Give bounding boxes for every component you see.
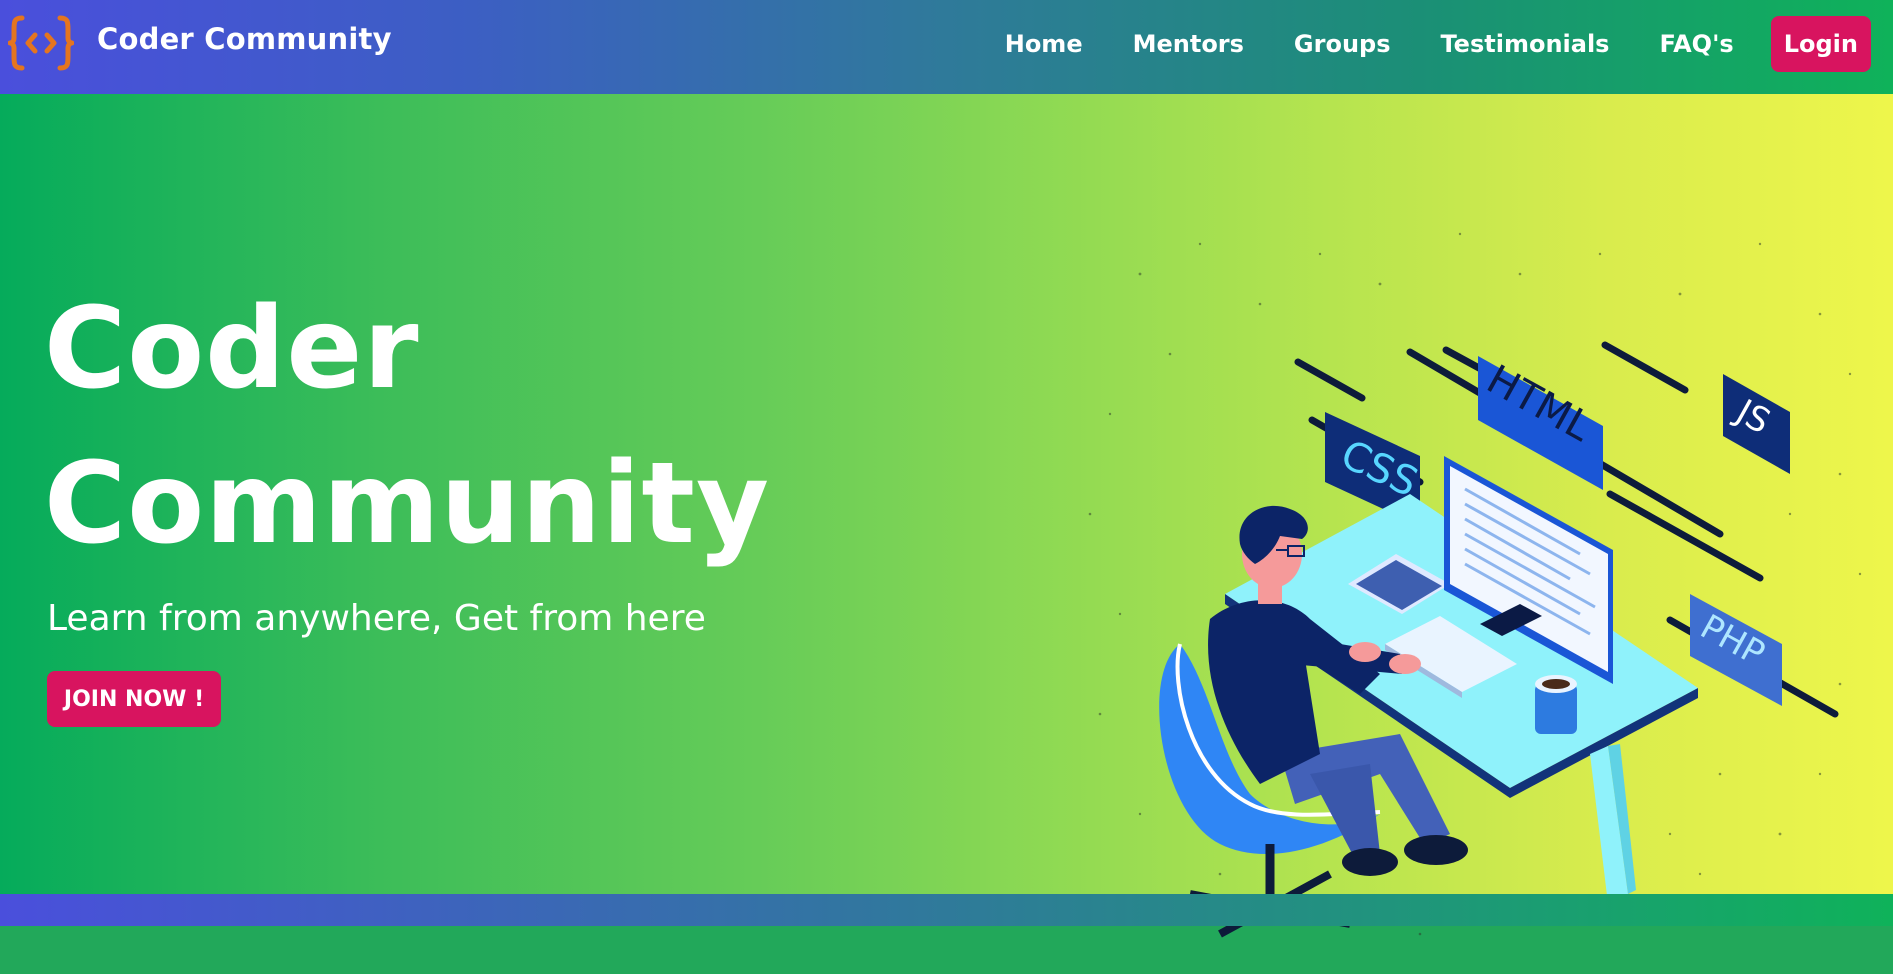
coffee-cup	[1535, 675, 1577, 734]
brand-name[interactable]: Coder Community	[97, 22, 392, 56]
hero-title-line-1: Coder	[44, 284, 420, 414]
hero-title: Coder Community	[44, 272, 770, 582]
nav-menu: Home Mentors Groups Testimonials FAQ's L…	[980, 16, 1871, 72]
join-now-button[interactable]: JOIN NOW !	[47, 671, 221, 727]
developer-at-desk-illustration: CSS HTML JS PHP	[1088, 232, 1862, 938]
navbar: Coder Community Home Mentors Groups Test…	[0, 0, 1893, 94]
nav-link-testimonials[interactable]: Testimonials	[1416, 30, 1635, 58]
code-braces-icon[interactable]	[8, 14, 74, 72]
hero-section: Coder Community Learn from anywhere, Get…	[0, 94, 1893, 938]
nav-link-mentors[interactable]: Mentors	[1108, 30, 1269, 58]
js-tag: JS	[1723, 374, 1790, 474]
hero-title-line-2: Community	[44, 439, 770, 569]
hero-subtitle: Learn from anywhere, Get from here	[47, 598, 706, 639]
nav-link-groups[interactable]: Groups	[1269, 30, 1416, 58]
login-button[interactable]: Login	[1770, 16, 1871, 72]
php-tag: PHP	[1690, 594, 1782, 706]
nav-link-home[interactable]: Home	[980, 30, 1108, 58]
bottom-gradient-strip	[0, 894, 1893, 926]
html-tag: HTML	[1478, 356, 1603, 490]
nav-link-faqs[interactable]: FAQ's	[1634, 30, 1758, 58]
